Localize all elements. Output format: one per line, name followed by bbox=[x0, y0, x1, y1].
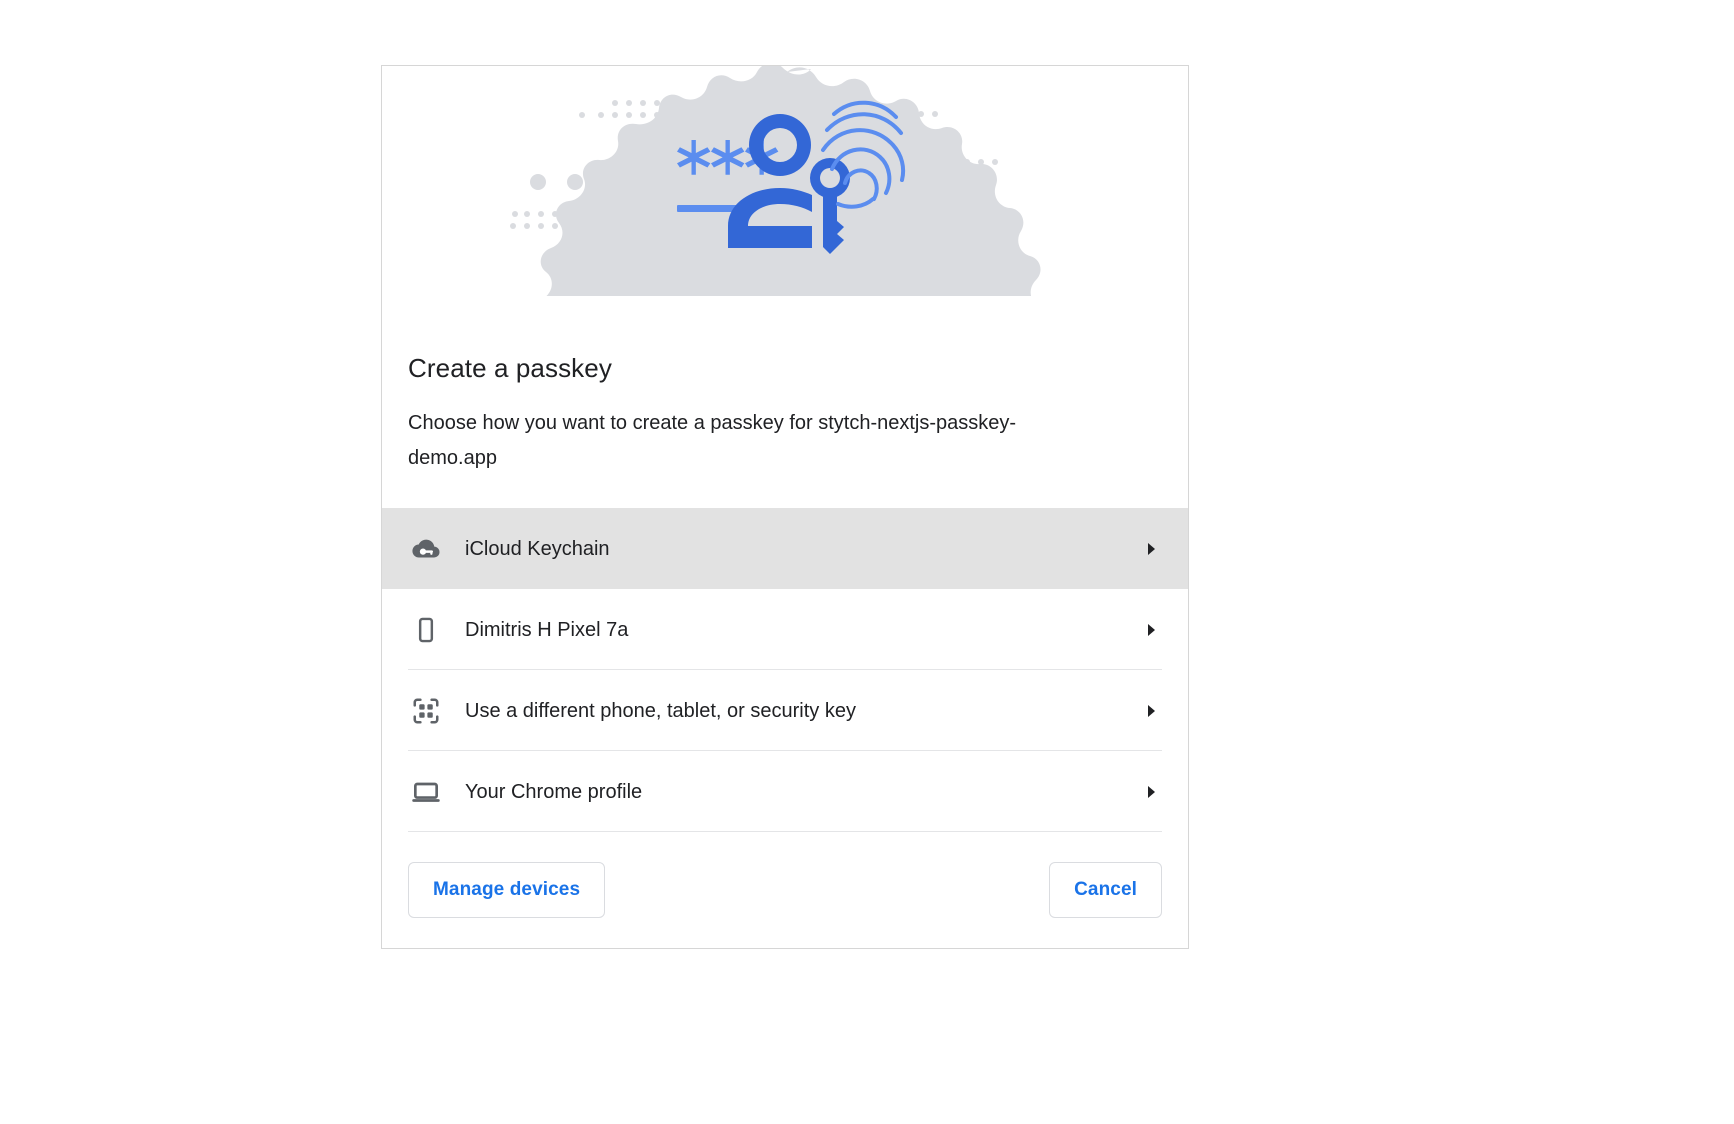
option-row-icloud-keychain[interactable]: iCloud Keychain bbox=[382, 508, 1188, 589]
option-row-your-chrome-profile[interactable]: Your Chrome profile bbox=[382, 751, 1188, 832]
dialog-footer: Manage devices Cancel bbox=[382, 832, 1188, 948]
cancel-button[interactable]: Cancel bbox=[1049, 862, 1162, 918]
chevron-right-icon bbox=[1144, 703, 1160, 719]
row-divider bbox=[408, 831, 1162, 832]
cloud-key-icon bbox=[409, 532, 443, 566]
manage-devices-button[interactable]: Manage devices bbox=[408, 862, 606, 918]
page-title: Create a passkey bbox=[408, 353, 612, 383]
option-row-use-a-different-device[interactable]: Use a different phone, tablet, or securi… bbox=[382, 670, 1188, 751]
option-label: iCloud Keychain bbox=[465, 537, 610, 560]
option-label: Dimitris H Pixel 7a bbox=[465, 618, 629, 641]
screen-root: { "dialog": { "title": "Create a passkey… bbox=[0, 0, 1734, 1124]
dialog-subtitle: Choose how you want to create a passkey … bbox=[408, 412, 1017, 469]
chevron-right-icon bbox=[1144, 784, 1160, 800]
option-label: Your Chrome profile bbox=[465, 780, 643, 803]
option-row-dimitris-h-pixel-7a[interactable]: Dimitris H Pixel 7a bbox=[382, 589, 1188, 670]
passkey-provider-list: iCloud Keychain Dimitris H Pixel 7a Use … bbox=[382, 508, 1188, 832]
laptop-icon bbox=[409, 775, 443, 809]
dialog-text-block: Create a passkey Choose how you want to … bbox=[382, 336, 1188, 476]
smartphone-icon bbox=[409, 613, 443, 647]
qr-code-icon bbox=[409, 694, 443, 728]
passkey-hero-illustration bbox=[382, 66, 1188, 336]
chevron-right-icon bbox=[1144, 541, 1160, 557]
create-passkey-dialog: Create a passkey Choose how you want to … bbox=[381, 65, 1189, 949]
option-label: Use a different phone, tablet, or securi… bbox=[465, 699, 856, 722]
chevron-right-icon bbox=[1144, 622, 1160, 638]
